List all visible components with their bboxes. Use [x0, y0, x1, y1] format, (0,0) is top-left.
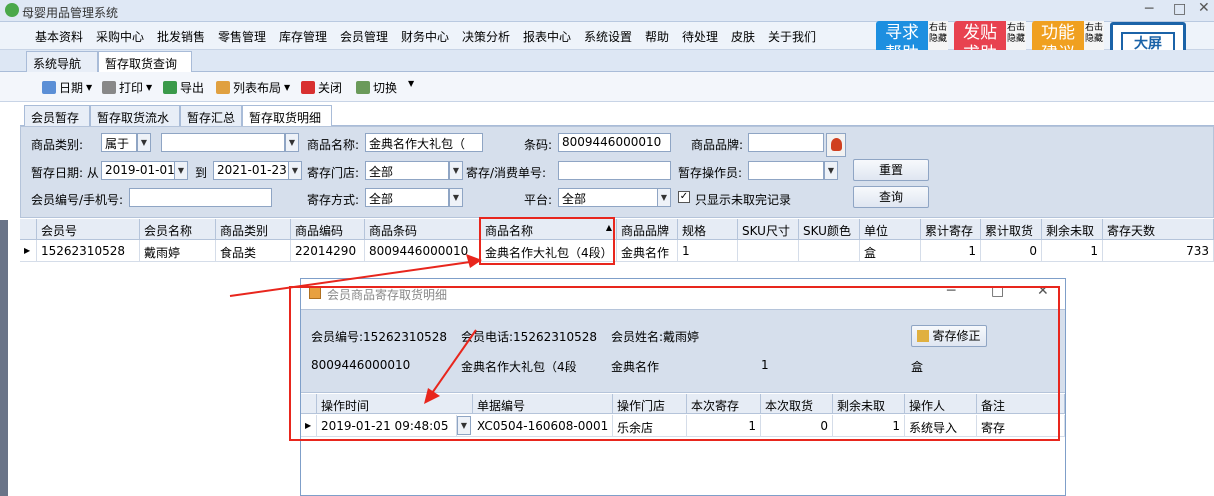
arrow-head-2 — [424, 388, 440, 404]
arrow-head-1 — [466, 254, 482, 268]
annotation-arrows — [229, 254, 482, 404]
arrow-line-1 — [229, 261, 471, 297]
arrow-line-2 — [429, 329, 477, 397]
